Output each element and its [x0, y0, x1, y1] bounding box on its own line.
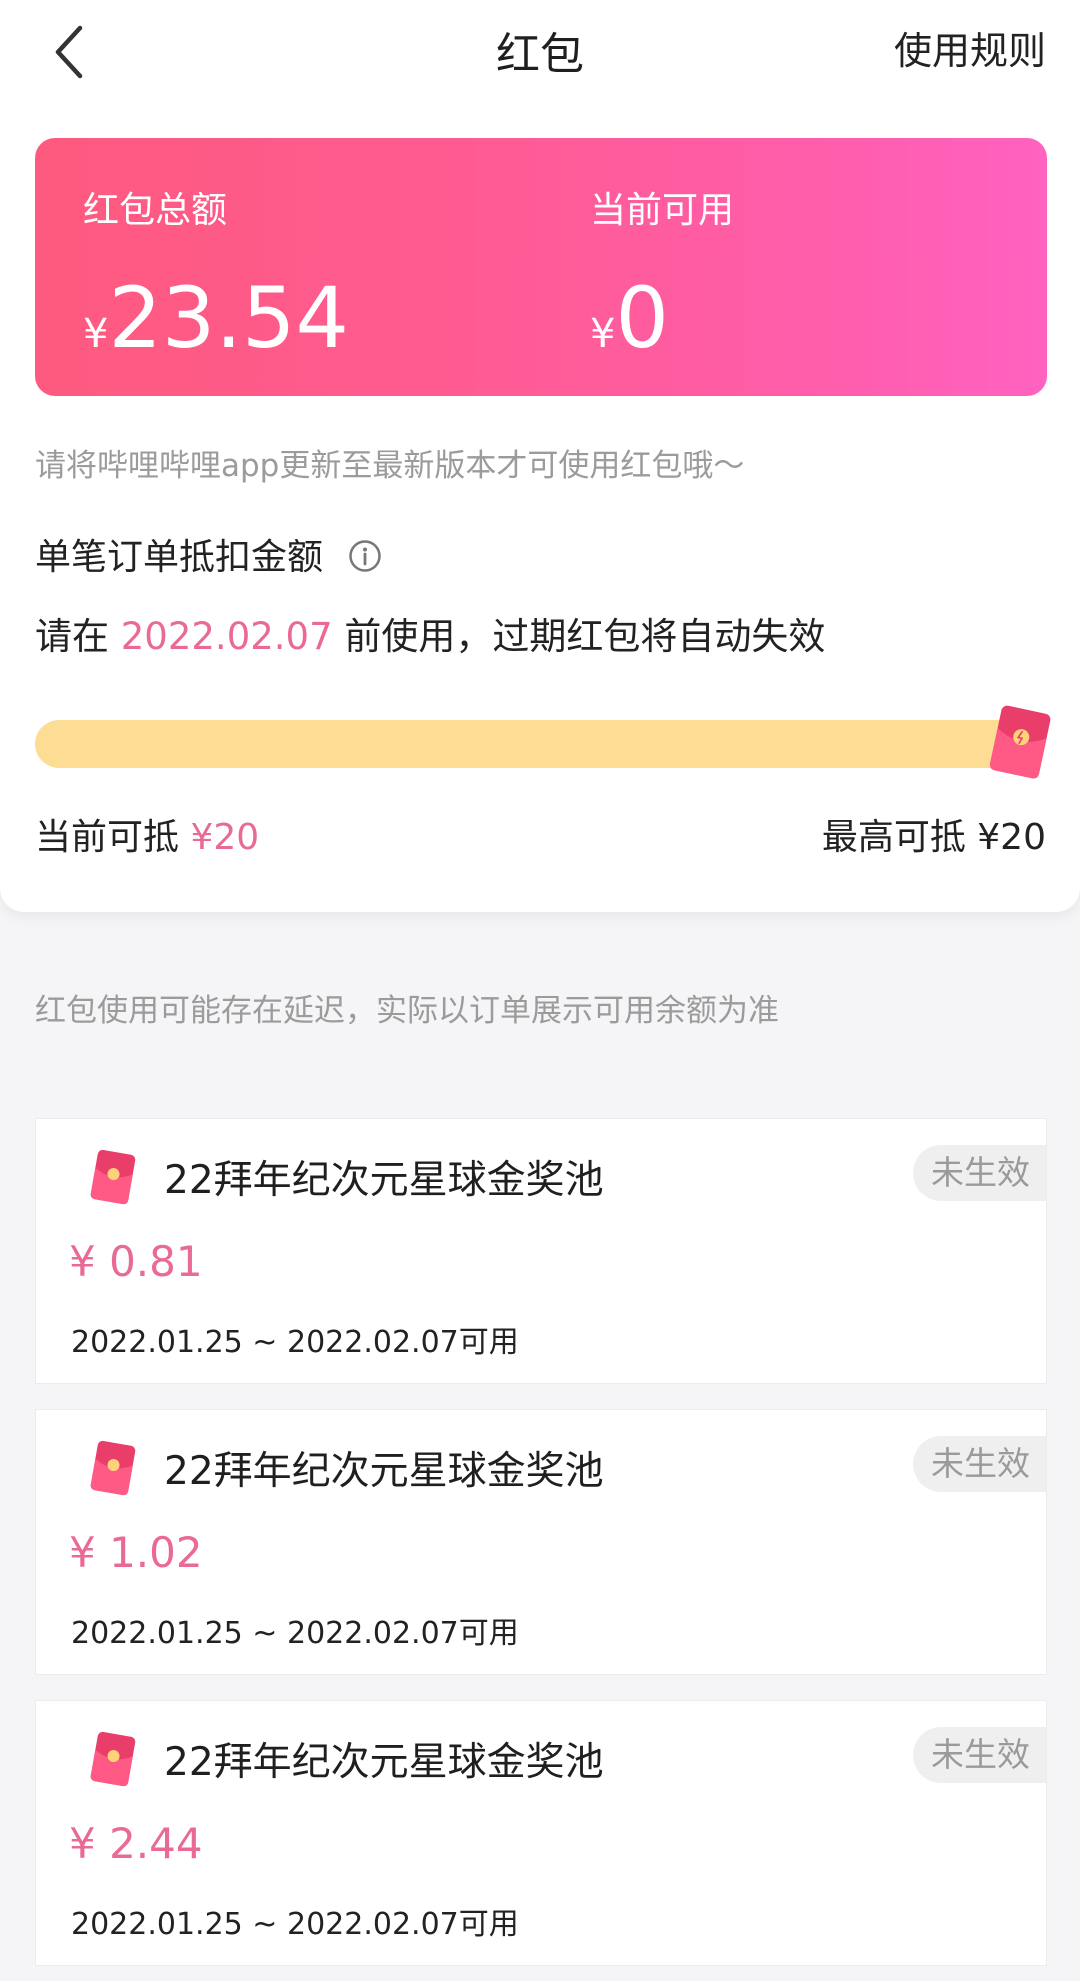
packet-validity: 2022.01.25 ~ 2022.02.07可用	[71, 1616, 519, 1651]
packet-name: 22拜年纪次元星球金奖池	[164, 1158, 604, 1203]
packet-amount: ¥ 0.81	[69, 1237, 203, 1286]
packet-name: 22拜年纪次元星球金奖池	[164, 1449, 604, 1494]
red-envelope-icon	[88, 1440, 138, 1496]
top-panel: 红包 使用规则 红包总额 ¥23.54 当前可用 ¥0 请将哔哩哔哩app更新至…	[0, 0, 1080, 912]
available-label: 当前可用	[590, 190, 735, 231]
red-envelope-icon	[985, 703, 1055, 783]
total-amount: ¥23.54	[83, 276, 349, 360]
total-balance: 红包总额 ¥23.54	[83, 138, 563, 396]
packet-validity: 2022.01.25 ~ 2022.02.07可用	[71, 1325, 519, 1360]
packet-amount: ¥ 1.02	[69, 1528, 203, 1577]
update-notice: 请将哔哩哔哩app更新至最新版本才可使用红包哦～	[35, 448, 745, 484]
current-deductible: 当前可抵 ¥20	[35, 808, 259, 860]
deduction-title-row: 单笔订单抵扣金额	[35, 528, 382, 580]
nav-bar: 红包 使用规则	[0, 0, 1080, 100]
current-deductible-label: 当前可抵	[35, 817, 180, 858]
current-deductible-value: ¥20	[190, 817, 260, 858]
deduction-title: 单笔订单抵扣金额	[35, 537, 324, 578]
red-envelope-icon	[88, 1149, 138, 1205]
status-badge: 未生效	[913, 1727, 1046, 1783]
status-badge: 未生效	[913, 1436, 1046, 1492]
expiry-prefix: 请在	[35, 615, 109, 658]
expiry-notice: 请在 2022.02.07 前使用，过期红包将自动失效	[35, 606, 825, 660]
red-packet-item[interactable]: 22拜年纪次元星球金奖池 未生效 ¥ 0.81 2022.01.25 ~ 202…	[35, 1118, 1047, 1384]
expiry-suffix: 前使用，过期红包将自动失效	[344, 615, 826, 658]
currency-symbol: ¥	[590, 311, 616, 357]
available-balance: 当前可用 ¥0	[590, 138, 1047, 396]
balance-card: 红包总额 ¥23.54 当前可用 ¥0	[35, 138, 1047, 396]
red-envelope-icon	[88, 1731, 138, 1787]
available-value: 0	[615, 269, 669, 367]
red-packet-item[interactable]: 22拜年纪次元星球金奖池 未生效 ¥ 2.44 2022.01.25 ~ 202…	[35, 1700, 1047, 1966]
progress-fill	[35, 720, 1035, 768]
packet-validity: 2022.01.25 ~ 2022.02.07可用	[71, 1907, 519, 1942]
red-packet-item[interactable]: 22拜年纪次元星球金奖池 未生效 ¥ 1.02 2022.01.25 ~ 202…	[35, 1409, 1047, 1675]
deduction-progress-bar	[35, 720, 1035, 768]
packet-amount: ¥ 2.44	[69, 1819, 203, 1868]
packet-name: 22拜年纪次元星球金奖池	[164, 1740, 604, 1785]
usage-rules-link[interactable]: 使用规则	[894, 20, 1046, 75]
available-amount: ¥0	[590, 276, 669, 360]
status-badge: 未生效	[913, 1145, 1046, 1201]
info-circle-icon[interactable]	[348, 539, 382, 573]
total-label: 红包总额	[83, 190, 228, 231]
expiry-date: 2022.02.07	[120, 615, 333, 658]
total-value: 23.54	[108, 269, 349, 367]
delay-notice: 红包使用可能存在延迟，实际以订单展示可用余额为准	[35, 993, 779, 1029]
max-deductible: 最高可抵 ¥20	[821, 817, 1046, 858]
currency-symbol: ¥	[83, 311, 109, 357]
